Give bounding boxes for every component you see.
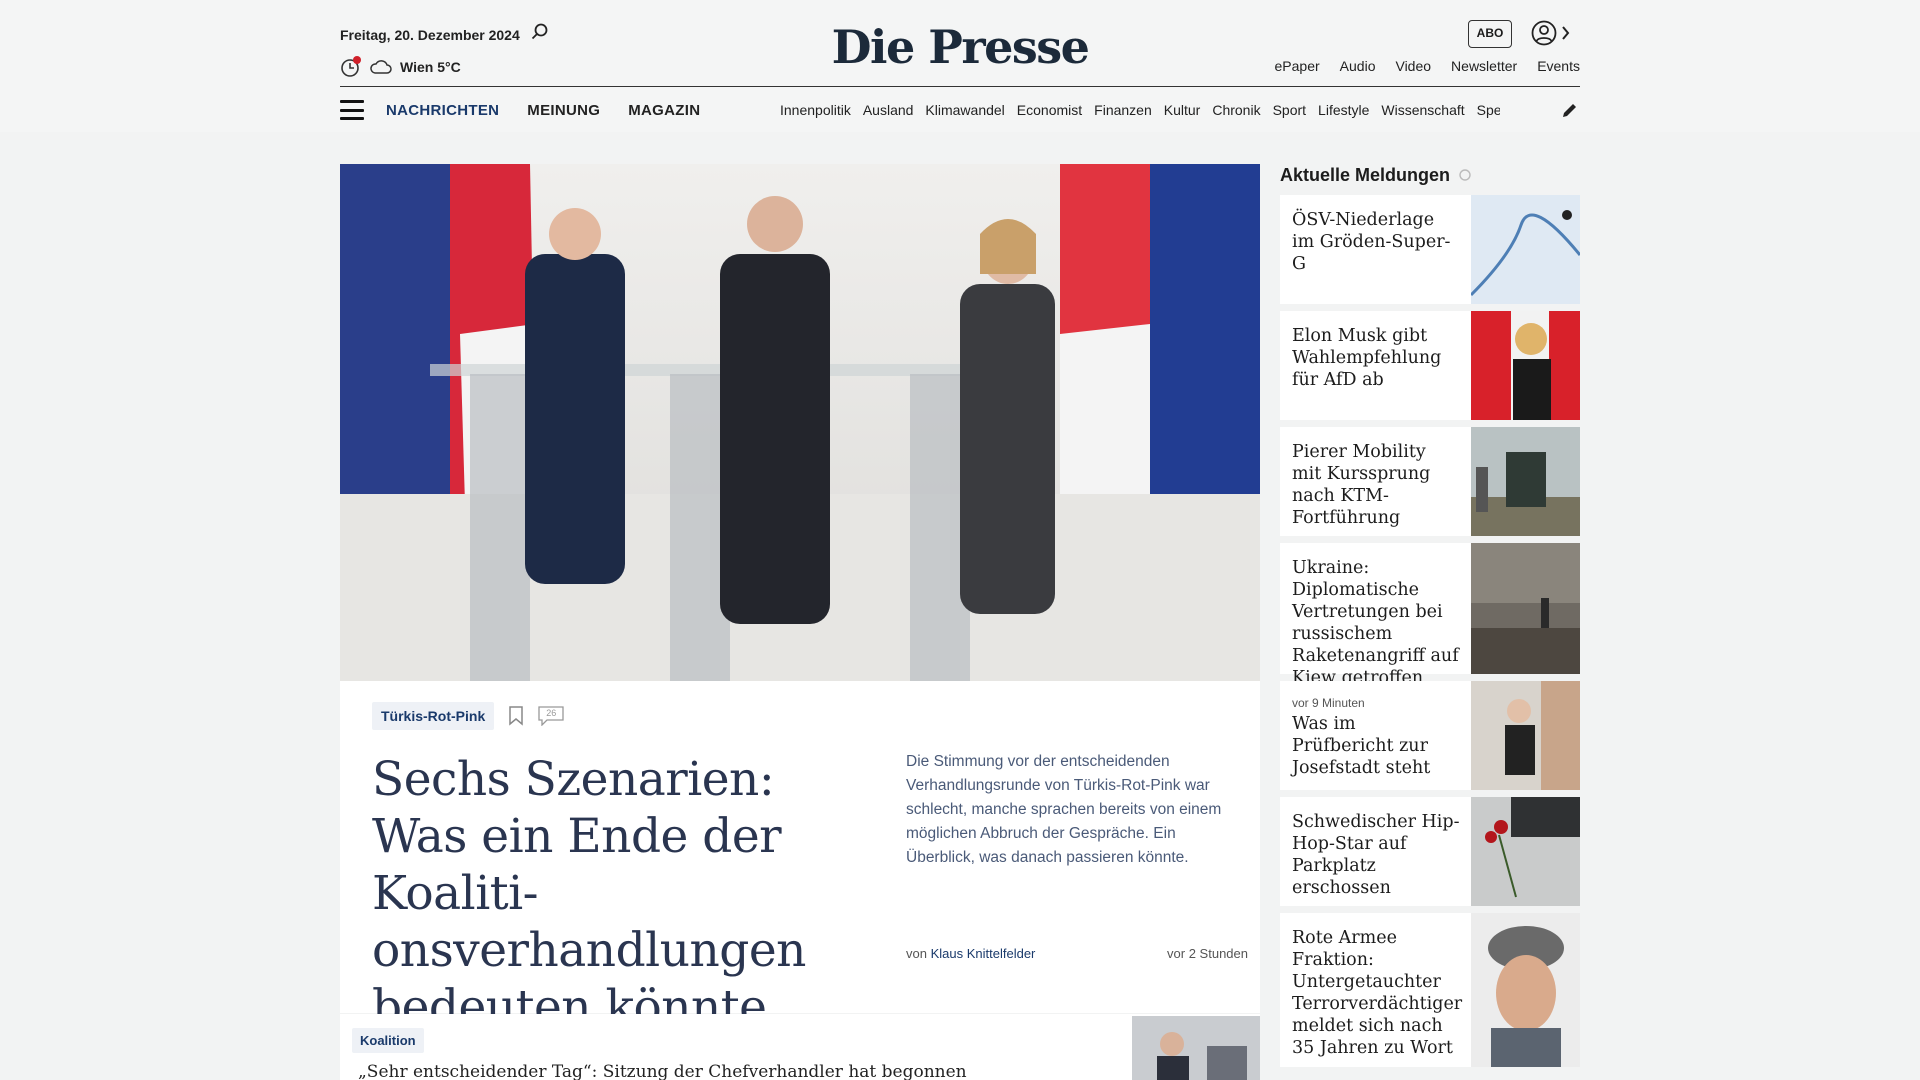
lead-article[interactable]: Türkis-Rot-Pink 26 Sechs Szenarien: Was … xyxy=(340,681,1260,1035)
user-account-icon[interactable] xyxy=(1530,19,1572,47)
site-logo[interactable]: Die Presse xyxy=(0,20,1920,74)
comments-count: 26 xyxy=(546,708,557,718)
link-video[interactable]: Video xyxy=(1395,58,1431,74)
subnav-kultur[interactable]: Kultur xyxy=(1164,102,1201,118)
publish-time: vor 2 Stunden xyxy=(1167,946,1248,961)
subnav-finanzen[interactable]: Finanzen xyxy=(1094,102,1152,118)
link-audio[interactable]: Audio xyxy=(1340,58,1376,74)
news-headline: Was im Prüfbericht zur Josefstadt steht xyxy=(1292,714,1431,778)
news-thumbnail xyxy=(1471,543,1580,674)
news-thumbnail xyxy=(1471,797,1580,906)
article-thumbnail xyxy=(1132,1016,1260,1080)
news-headline: Elon Musk gibt Wahlempfehlung für AfD ab xyxy=(1292,326,1442,390)
news-thumbnail xyxy=(1471,427,1580,536)
menu-icon[interactable] xyxy=(340,100,364,120)
subnav-economist[interactable]: Economist xyxy=(1017,102,1082,118)
top-links: ePaper Audio Video Newsletter Events xyxy=(1275,58,1580,74)
link-newsletter[interactable]: Newsletter xyxy=(1451,58,1517,74)
news-thumbnail xyxy=(1471,195,1580,304)
ticker-title-text: Aktuelle Meldungen xyxy=(1280,164,1451,185)
nav-nachrichten[interactable]: NACHRICHTEN xyxy=(386,102,499,119)
link-epaper[interactable]: ePaper xyxy=(1275,58,1320,74)
subnav-innenpolitik[interactable]: Innenpolitik xyxy=(780,102,851,118)
abo-button[interactable]: ABO xyxy=(1468,20,1512,48)
lead-image[interactable] xyxy=(340,164,1260,681)
news-headline: Ukraine: Diplomati­sche Vertretungen bei… xyxy=(1292,558,1459,688)
news-item[interactable]: ÖSV-Niederlage im Gröden-Super-G xyxy=(1280,195,1580,304)
news-thumbnail xyxy=(1471,681,1580,790)
link-events[interactable]: Events xyxy=(1537,58,1580,74)
news-item[interactable]: Schwedischer Hip-Hop-Star auf Parkplatz … xyxy=(1280,797,1580,906)
subnav-chronik[interactable]: Chronik xyxy=(1212,102,1260,118)
nav-meinung[interactable]: MEINUNG xyxy=(527,102,600,119)
news-thumbnail xyxy=(1471,913,1580,1067)
nav-magazin[interactable]: MAGAZIN xyxy=(628,102,700,119)
article-tag[interactable]: Türkis-Rot-Pink xyxy=(372,702,495,730)
news-time: vor 9 Minuten xyxy=(1292,696,1365,710)
news-headline: Rote Armee Fraktion: Untergetauchter Ter… xyxy=(1292,928,1463,1058)
author-link[interactable]: Klaus Knittelfelder xyxy=(931,946,1036,961)
news-item[interactable]: Pierer Mobility mit Kurssprung nach KTM-… xyxy=(1280,427,1580,536)
lead-teaser: Die Stimmung vor der entscheidenden Verh… xyxy=(906,753,1222,866)
comments-icon[interactable]: 26 xyxy=(538,706,564,726)
ticker-title: Aktuelle Meldungen xyxy=(1280,164,1580,186)
second-article[interactable]: Koalition „Sehr entscheidender Tag“: Sit… xyxy=(340,1014,1260,1080)
byline-prefix: von xyxy=(906,946,927,961)
subnav-wissenschaft[interactable]: Wissenschaft xyxy=(1381,102,1464,118)
news-headline: Schwedischer Hip-Hop-Star auf Parkplatz … xyxy=(1292,812,1460,898)
second-headline[interactable]: „Sehr entscheidender Tag“: Sitzung der C… xyxy=(358,1062,967,1080)
refresh-icon xyxy=(1459,169,1471,181)
news-headline: Pierer Mobility mit Kurssprung nach KTM-… xyxy=(1292,442,1431,528)
subnav-spectrum[interactable]: Spectrum xyxy=(1477,102,1500,118)
subnav-ausland[interactable]: Ausland xyxy=(863,102,914,118)
news-headline: ÖSV-Niederlage im Gröden-Super-G xyxy=(1292,210,1451,274)
main-navigation: NACHRICHTEN MEINUNG MAGAZIN Innenpolitik… xyxy=(340,96,1580,124)
news-ticker: Aktuelle Meldungen ÖSV-Niederlage im Grö… xyxy=(1280,164,1580,1067)
news-item[interactable]: Elon Musk gibt Wahlempfehlung für AfD ab xyxy=(1280,311,1580,420)
news-item[interactable]: vor 9 Minuten Was im Prüfbericht zur Jos… xyxy=(1280,681,1580,790)
news-item[interactable]: Rote Armee Fraktion: Untergetauchter Ter… xyxy=(1280,913,1580,1067)
header-divider xyxy=(340,86,1580,87)
subnav-lifestyle[interactable]: Lifestyle xyxy=(1318,102,1369,118)
article-tag[interactable]: Koalition xyxy=(352,1028,424,1053)
subnav-klimawandel[interactable]: Klimawandel xyxy=(925,102,1004,118)
bookmark-icon[interactable] xyxy=(508,706,524,726)
subnav-sport[interactable]: Sport xyxy=(1273,102,1306,118)
byline: von Klaus Knittelfelder xyxy=(906,946,1035,961)
pencil-icon[interactable] xyxy=(1560,100,1580,120)
news-headline-block: vor 9 Minuten Was im Prüfbericht zur Jos… xyxy=(1292,695,1460,779)
news-item[interactable]: Ukraine: Diplomati­sche Vertretungen bei… xyxy=(1280,543,1580,688)
lead-headline[interactable]: Sechs Szenarien: Was ein Ende der Koalit… xyxy=(372,751,852,1036)
sub-navigation: Innenpolitik Ausland Klimawandel Economi… xyxy=(780,102,1500,118)
news-thumbnail xyxy=(1471,311,1580,420)
site-header: Freitag, 20. Dezember 2024 Wien 5°C Die … xyxy=(0,0,1920,132)
